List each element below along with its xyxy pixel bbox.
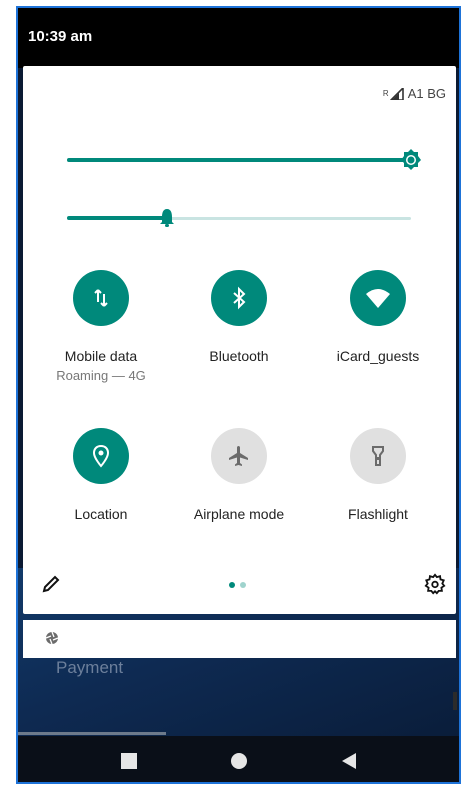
status-time: 10:39 am xyxy=(28,28,93,45)
status-bar: 10:39 am xyxy=(18,8,459,68)
page-indicator xyxy=(229,582,246,588)
gear-icon[interactable] xyxy=(424,573,446,595)
recents-button[interactable] xyxy=(120,752,138,775)
volume-slider[interactable] xyxy=(67,208,411,228)
tile-mobile-data[interactable]: Mobile data Roaming — 4G xyxy=(31,270,171,383)
network-status: R A1 BG xyxy=(383,86,446,101)
location-icon[interactable] xyxy=(73,428,129,484)
signal-icon xyxy=(389,87,404,100)
tile-label: iCard_guests xyxy=(336,348,420,364)
roaming-indicator: R xyxy=(382,89,389,98)
tile-airplane-mode[interactable]: Airplane mode xyxy=(169,428,309,522)
square-icon xyxy=(121,753,137,769)
screen: Payment 10:39 am R A1 BG Mobile data Roa… xyxy=(16,6,461,784)
home-button[interactable] xyxy=(230,752,248,775)
tile-label: Bluetooth xyxy=(209,348,269,364)
background-app-title: Payment xyxy=(56,658,124,677)
tile-sublabel: Roaming — 4G xyxy=(56,368,146,383)
tile-label: Location xyxy=(74,506,128,522)
mobile-data-icon[interactable] xyxy=(73,270,129,326)
notification-card[interactable] xyxy=(23,620,456,658)
tile-label: Flashlight xyxy=(348,506,408,522)
aperture-icon xyxy=(45,631,59,645)
tile-flashlight[interactable]: Flashlight xyxy=(308,428,448,522)
tile-wifi[interactable]: iCard_guests xyxy=(308,270,448,364)
circle-icon xyxy=(231,753,247,769)
wifi-icon[interactable] xyxy=(350,270,406,326)
page-dot xyxy=(240,582,246,588)
brightness-fill xyxy=(67,158,405,162)
edge-handle xyxy=(453,692,457,710)
carrier-name: A1 BG xyxy=(407,86,446,101)
flashlight-icon[interactable] xyxy=(350,428,406,484)
back-button[interactable] xyxy=(340,752,358,775)
nav-indicator xyxy=(18,732,166,735)
brightness-icon[interactable] xyxy=(399,148,423,172)
triangle-icon xyxy=(342,753,356,769)
tile-label: Mobile data xyxy=(64,348,138,364)
brightness-slider[interactable] xyxy=(67,149,421,170)
volume-fill xyxy=(67,216,167,220)
bell-icon[interactable] xyxy=(155,206,179,230)
airplane-icon[interactable] xyxy=(211,428,267,484)
tile-bluetooth[interactable]: Bluetooth xyxy=(169,270,309,364)
bluetooth-icon[interactable] xyxy=(211,270,267,326)
quick-settings-panel: R A1 BG Mobile data Roaming — 4G Bluetoo… xyxy=(23,66,456,614)
edit-icon[interactable] xyxy=(41,574,61,594)
tile-label: Airplane mode xyxy=(193,506,285,522)
page-dot-active xyxy=(229,582,235,588)
tile-location[interactable]: Location xyxy=(31,428,171,522)
